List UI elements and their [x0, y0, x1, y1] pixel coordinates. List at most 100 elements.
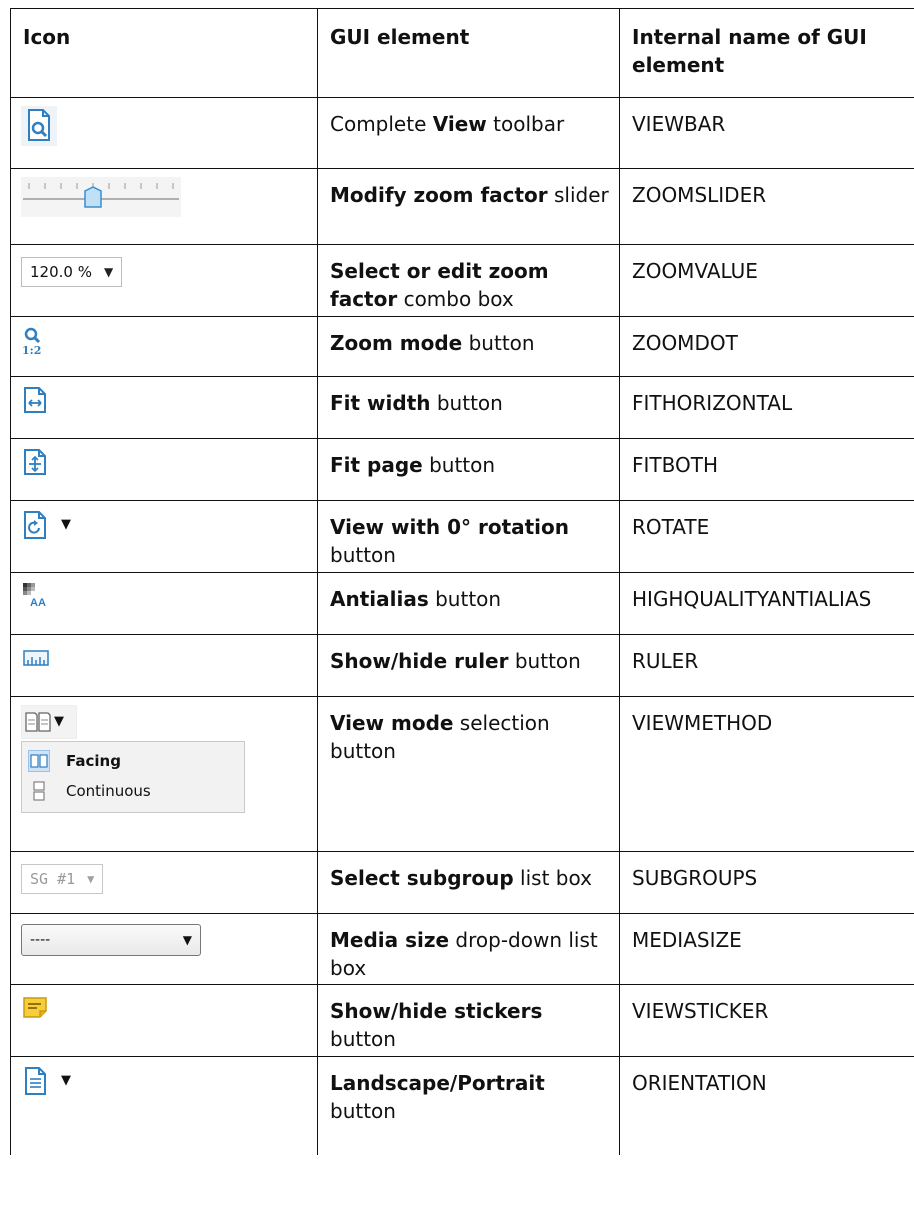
menu-item-facing: Facing — [22, 746, 244, 776]
internal-name-cell: VIEWBAR — [619, 97, 914, 169]
zoom-ratio-text: 1:2 — [22, 344, 41, 357]
gui-element-text: button — [430, 391, 503, 415]
gui-element-name: Show/hide stickers — [330, 999, 543, 1023]
ruler-icon — [21, 643, 51, 673]
document-magnifier-icon — [21, 106, 57, 146]
icon-cell — [10, 376, 318, 439]
zoom-value-combo: 120.0 % ▼ — [21, 257, 123, 287]
chevron-down-icon: ▼ — [103, 265, 114, 279]
gui-element-name: Antialias — [330, 587, 429, 611]
table-row: SG #1 ▼ Select subgroup list box SUBGROU… — [10, 851, 914, 914]
gui-element-text: button — [330, 1027, 396, 1051]
chevron-down-icon: ▼ — [87, 872, 95, 886]
gui-element-cell: Zoom mode button — [317, 316, 620, 377]
gui-element-name: Fit page — [330, 453, 423, 477]
icon-cell: ▼ Facing Continuous — [10, 696, 318, 852]
gui-element-name: Fit width — [330, 391, 431, 415]
subgroup-combo: SG #1 ▼ — [21, 864, 104, 894]
antialias-text: AA — [30, 597, 46, 609]
gui-element-text: combo box — [397, 287, 514, 311]
gui-elements-table: Icon GUI element Internal name of GUI el… — [10, 8, 914, 1155]
internal-name-cell: RULER — [619, 634, 914, 697]
table-row: Fit page button FITBOTH — [10, 438, 914, 501]
chevron-down-icon: ▼ — [182, 933, 192, 947]
gui-element-cell: Modify zoom factor slider — [317, 168, 620, 245]
view-mode-button: ▼ — [21, 705, 77, 739]
combo-value: ---- — [30, 932, 51, 948]
internal-name-cell: FITBOTH — [619, 438, 914, 501]
table-row: 120.0 % ▼ Select or edit zoom factor com… — [10, 244, 914, 317]
internal-name-cell: HIGHQUALITYANTIALIAS — [619, 572, 914, 635]
view-mode-menu: ▼ Facing Continuous — [21, 705, 255, 813]
gui-element-text: button — [462, 331, 535, 355]
gui-element-text: button — [330, 1099, 396, 1123]
gui-element-name: Zoom mode — [330, 331, 463, 355]
combo-value: 120.0 % — [30, 263, 92, 281]
gui-element-name: View mode — [330, 711, 454, 735]
gui-element-text: button — [330, 543, 396, 567]
internal-name-cell: VIEWMETHOD — [619, 696, 914, 852]
gui-element-text: Complete — [330, 112, 433, 136]
internal-name-cell: ZOOMSLIDER — [619, 168, 914, 245]
gui-element-name: Media size — [330, 928, 450, 952]
gui-element-cell: Show/hide stickers button — [317, 984, 620, 1057]
table-row: Complete View toolbar VIEWBAR — [10, 97, 914, 169]
gui-element-text: list box — [513, 866, 592, 890]
internal-name-cell: ORIENTATION — [619, 1056, 914, 1155]
gui-element-text: slider — [547, 183, 609, 207]
menu-item-label: Facing — [66, 752, 121, 770]
media-size-dropdown: ---- ▼ — [21, 924, 201, 956]
icon-cell — [10, 984, 318, 1057]
internal-name-cell: MEDIASIZE — [619, 913, 914, 985]
rotate-button-group: ▼ — [21, 509, 317, 541]
fit-page-icon — [21, 447, 49, 477]
table-row: ▼ View with 0° rotation button ROTATE — [10, 500, 914, 573]
header-internal-name: Internal name of GUI element — [619, 8, 914, 98]
gui-element-text: button — [422, 453, 496, 477]
table-row: Show/hide stickers button VIEWSTICKER — [10, 984, 914, 1057]
icon-cell — [10, 438, 318, 501]
zoom-slider-icon — [21, 177, 181, 217]
icon-cell: ▼ — [10, 1056, 318, 1155]
fit-width-icon — [21, 385, 49, 415]
rotate-page-icon — [21, 509, 49, 541]
icon-cell: ---- ▼ — [10, 913, 318, 985]
gui-element-cell: View mode selection button — [317, 696, 620, 852]
view-mode-dropdown: Facing Continuous — [21, 741, 245, 813]
gui-element-cell: Show/hide ruler button — [317, 634, 620, 697]
table-row: Modify zoom factor slider ZOOMSLIDER — [10, 168, 914, 245]
gui-element-name: Modify zoom factor — [330, 183, 548, 207]
table-row: Fit width button FITHORIZONTAL — [10, 376, 914, 439]
internal-name-cell: ROTATE — [619, 500, 914, 573]
continuous-pages-icon — [28, 781, 50, 801]
table-row: AA Antialias button HIGHQUALITYANTIALIAS — [10, 572, 914, 635]
chevron-down-icon: ▼ — [61, 1073, 71, 1088]
icon-cell: 120.0 % ▼ — [10, 244, 318, 317]
internal-name-cell: ZOOMVALUE — [619, 244, 914, 317]
gui-element-name: View with 0° rotation — [330, 515, 570, 539]
icon-cell: ▼ — [10, 500, 318, 573]
menu-item-label: Continuous — [66, 782, 151, 800]
header-gui-element: GUI element — [317, 8, 620, 98]
table-header-row: Icon GUI element Internal name of GUI el… — [10, 8, 914, 98]
table-row: Show/hide ruler button RULER — [10, 634, 914, 697]
facing-pages-icon — [28, 750, 50, 772]
gui-element-cell: Select subgroup list box — [317, 851, 620, 914]
orientation-button-group: ▼ — [21, 1065, 317, 1097]
table-row: 1:2 Zoom mode button ZOOMDOT — [10, 316, 914, 377]
header-icon: Icon — [10, 8, 318, 98]
table-row: ▼ Facing Continuous View mode selection … — [10, 696, 914, 852]
table-row: ▼ Landscape/Portrait button ORIENTATION — [10, 1056, 914, 1155]
gui-element-cell: Complete View toolbar — [317, 97, 620, 169]
gui-element-name: Show/hide ruler — [330, 649, 509, 673]
zoom-ratio-icon: 1:2 — [21, 325, 47, 357]
icon-cell: 1:2 — [10, 316, 318, 377]
table-row: ---- ▼ Media size drop-down list box MED… — [10, 913, 914, 985]
gui-element-cell: Select or edit zoom factor combo box — [317, 244, 620, 317]
chevron-down-icon: ▼ — [61, 517, 71, 532]
combo-value: SG #1 — [30, 870, 76, 888]
gui-element-cell: Media size drop-down list box — [317, 913, 620, 985]
gui-element-cell: View with 0° rotation button — [317, 500, 620, 573]
internal-name-cell: SUBGROUPS — [619, 851, 914, 914]
icon-cell: AA — [10, 572, 318, 635]
